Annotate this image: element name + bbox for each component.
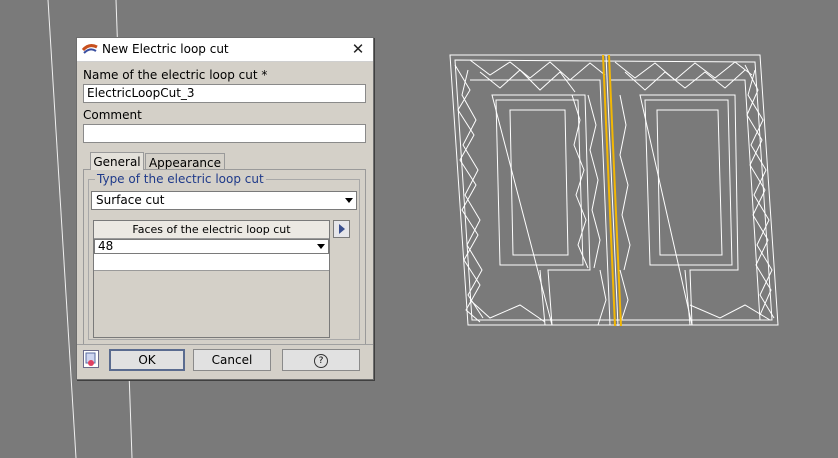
help-button[interactable]: ? — [282, 349, 360, 371]
close-icon: ✕ — [351, 40, 365, 58]
comment-input[interactable] — [83, 124, 366, 143]
faces-value: 48 — [98, 239, 114, 253]
loop-cut-type-group: Type of the electric loop cut Surface cu… — [88, 172, 360, 340]
comment-label: Comment — [83, 108, 142, 122]
dialog-title: New Electric loop cut — [102, 42, 229, 56]
cut-type-select[interactable]: Surface cut — [91, 191, 357, 210]
general-tab-panel: Type of the electric loop cut Surface cu… — [83, 169, 366, 345]
chevron-down-icon — [345, 198, 353, 203]
tab-general[interactable]: General — [90, 152, 144, 170]
faces-select[interactable]: 48 — [94, 239, 329, 254]
name-label: Name of the electric loop cut * — [83, 68, 268, 82]
group-label: Type of the electric loop cut — [95, 172, 266, 186]
dialog-options-icon[interactable] — [83, 350, 99, 368]
add-face-button[interactable] — [333, 220, 350, 238]
cancel-button[interactable]: Cancel — [193, 349, 271, 371]
help-icon: ? — [314, 353, 328, 368]
close-button[interactable]: ✕ — [343, 38, 373, 61]
new-electric-loop-cut-dialog: New Electric loop cut ✕ Name of the elec… — [76, 37, 374, 380]
faces-column-header: Faces of the electric loop cut — [94, 221, 329, 239]
chevron-down-icon — [317, 244, 325, 249]
arrow-right-icon — [339, 224, 345, 234]
loop-cut-app-icon — [81, 44, 98, 54]
dialog-titlebar[interactable]: New Electric loop cut ✕ — [77, 38, 373, 62]
footer-divider — [77, 344, 373, 345]
table-row[interactable] — [94, 254, 329, 271]
faces-table: Faces of the electric loop cut 48 — [93, 220, 330, 338]
ok-button[interactable]: OK — [109, 349, 185, 371]
name-input[interactable]: ElectricLoopCut_3 — [83, 84, 366, 103]
cut-type-value: Surface cut — [96, 193, 165, 207]
